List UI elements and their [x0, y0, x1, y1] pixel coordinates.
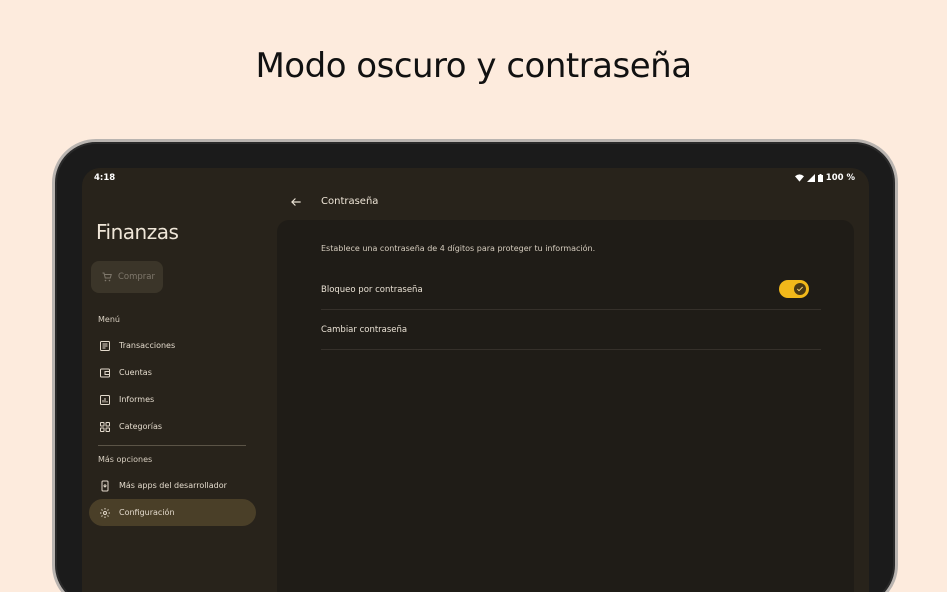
- status-bar: 4:18 100 %: [82, 168, 869, 188]
- more-section-label: Más opciones: [98, 455, 153, 464]
- menu-section-label: Menú: [98, 315, 120, 324]
- phone-download-icon: [101, 480, 109, 491]
- wallet-icon: [100, 368, 110, 377]
- sidebar-item-label: Cuentas: [119, 368, 152, 377]
- sidebar-item-cuentas[interactable]: Cuentas: [89, 359, 256, 386]
- password-description: Establece una contraseña de 4 dígitos pa…: [321, 244, 596, 253]
- password-lock-toggle[interactable]: [779, 280, 809, 298]
- back-arrow-icon[interactable]: [289, 195, 303, 209]
- buy-label: Comprar: [118, 272, 156, 282]
- screen: 4:18 100 % Finanzas Comprar Menú Transac…: [82, 168, 869, 592]
- sidebar-item-label: Informes: [119, 395, 155, 404]
- sidebar-item-more-apps[interactable]: Más apps del desarrollador: [89, 472, 256, 499]
- password-lock-row[interactable]: Bloqueo por contraseña: [321, 270, 821, 310]
- settings-panel: Establece una contraseña de 4 dígitos pa…: [277, 220, 854, 592]
- sidebar-item-label: Configuración: [119, 508, 175, 517]
- status-time: 4:18: [94, 173, 116, 183]
- sidebar-item-transacciones[interactable]: Transacciones: [89, 332, 256, 359]
- sidebar-item-categorias[interactable]: Categorías: [89, 413, 256, 440]
- app-title: Finanzas: [96, 220, 179, 244]
- signal-icon: [806, 174, 815, 182]
- change-password-row[interactable]: Cambiar contraseña: [321, 310, 821, 350]
- toggle-knob: [794, 283, 806, 295]
- wifi-icon: [794, 174, 804, 182]
- cart-icon: [102, 272, 112, 282]
- password-lock-label: Bloqueo por contraseña: [321, 284, 423, 295]
- sidebar-item-configuracion[interactable]: Configuración: [89, 499, 256, 526]
- sidebar-item-label: Transacciones: [119, 341, 176, 350]
- sidebar-divider: [98, 445, 246, 446]
- sidebar-item-label: Más apps del desarrollador: [119, 481, 227, 490]
- status-icons: 100 %: [794, 173, 855, 183]
- gear-icon: [100, 507, 110, 518]
- receipt-icon: [100, 340, 110, 351]
- battery-level: 100 %: [825, 173, 855, 183]
- change-password-label: Cambiar contraseña: [321, 324, 408, 335]
- check-icon: [796, 286, 804, 292]
- buy-button[interactable]: Comprar: [91, 261, 163, 293]
- battery-icon: [817, 174, 823, 182]
- sidebar-item-label: Categorías: [119, 422, 163, 431]
- headline: Modo oscuro y contraseña: [255, 46, 692, 86]
- bar-chart-icon: [100, 394, 110, 405]
- sidebar-item-informes[interactable]: Informes: [89, 386, 256, 413]
- grid-icon: [100, 421, 110, 432]
- page-title: Contraseña: [321, 196, 379, 207]
